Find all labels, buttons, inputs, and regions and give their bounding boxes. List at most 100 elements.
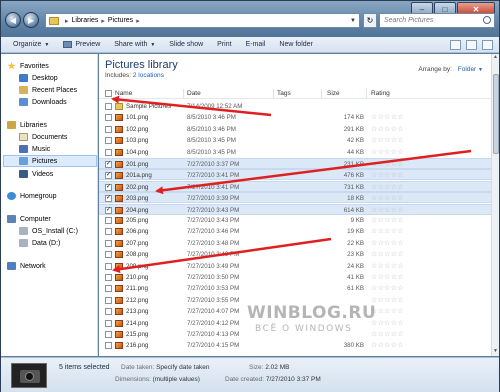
- column-header-rating[interactable]: Rating: [371, 90, 390, 97]
- nav-videos[interactable]: Videos: [19, 169, 53, 179]
- row-checkbox[interactable]: [105, 319, 112, 327]
- file-row[interactable]: 210.png 7/27/2010 3:50 PM 41 KB ☆☆☆☆☆: [99, 272, 491, 283]
- arrange-by-dropdown[interactable]: Folder ▼: [458, 66, 483, 73]
- nav-drive-d[interactable]: Data (D:): [19, 238, 60, 248]
- rating-stars[interactable]: ☆☆☆☆☆: [371, 125, 404, 133]
- row-checkbox[interactable]: ✓: [105, 161, 112, 168]
- locations-link[interactable]: 2 locations: [133, 72, 164, 79]
- rating-stars[interactable]: ☆☆☆☆☆: [371, 136, 404, 144]
- scroll-up-arrow[interactable]: ▲: [492, 54, 499, 62]
- nav-libraries[interactable]: Libraries: [7, 120, 47, 130]
- column-divider[interactable]: [321, 89, 322, 98]
- rating-stars[interactable]: ☆☆☆☆☆: [371, 171, 404, 179]
- row-checkbox[interactable]: ✓: [105, 195, 112, 203]
- column-divider[interactable]: [273, 89, 274, 98]
- preview-button[interactable]: Preview: [63, 41, 100, 48]
- column-header-date[interactable]: Date: [187, 90, 201, 97]
- file-row[interactable]: 209.png 7/27/2010 3:49 PM 24 KB ☆☆☆☆☆: [99, 261, 491, 272]
- rating-stars[interactable]: ☆☆☆☆☆: [371, 250, 404, 258]
- column-divider[interactable]: [183, 89, 184, 98]
- nav-recent-places[interactable]: Recent Places: [19, 85, 77, 95]
- rating-stars[interactable]: ☆☆☆☆☆: [371, 273, 404, 281]
- row-checkbox[interactable]: [105, 114, 112, 122]
- rating-stars[interactable]: ☆☆☆☆☆: [371, 160, 404, 168]
- nav-documents[interactable]: Documents: [19, 132, 67, 142]
- slide-show-button[interactable]: Slide show: [169, 41, 203, 48]
- row-checkbox[interactable]: [105, 331, 112, 338]
- file-row[interactable]: 208.png 7/27/2010 3:48 PM 23 KB ☆☆☆☆☆: [99, 249, 491, 260]
- file-row[interactable]: 205.png 7/27/2010 3:43 PM 9 KB ☆☆☆☆☆: [99, 215, 491, 226]
- rating-stars[interactable]: ☆☆☆☆☆: [371, 262, 404, 270]
- scroll-down-arrow[interactable]: ▼: [492, 348, 499, 356]
- row-checkbox[interactable]: [105, 308, 112, 316]
- row-checkbox[interactable]: [105, 274, 112, 281]
- file-row[interactable]: ✓ 204.png 7/27/2010 3:43 PM 614 KB ☆☆☆☆☆: [99, 203, 491, 215]
- rating-stars[interactable]: ☆☆☆☆☆: [371, 284, 404, 292]
- help-button[interactable]: [482, 40, 493, 50]
- file-row[interactable]: ✓ 201.png 7/27/2010 3:37 PM 231 KB ☆☆☆☆☆: [99, 158, 491, 169]
- chevron-down-icon[interactable]: ▼: [350, 18, 356, 24]
- row-checkbox[interactable]: [105, 125, 112, 133]
- nav-favorites[interactable]: Favorites: [7, 61, 49, 71]
- column-header-size[interactable]: Size: [327, 90, 340, 97]
- row-checkbox[interactable]: [105, 148, 112, 156]
- email-button[interactable]: E-mail: [246, 41, 266, 48]
- forward-button[interactable]: ▶: [23, 12, 39, 28]
- row-checkbox[interactable]: ✓: [105, 183, 112, 191]
- nav-homegroup[interactable]: Homegroup: [7, 191, 57, 201]
- rating-stars[interactable]: ☆☆☆☆☆: [371, 227, 404, 235]
- row-checkbox[interactable]: [105, 228, 112, 236]
- column-header-name[interactable]: Name: [115, 90, 132, 97]
- breadcrumb-pictures[interactable]: Pictures: [108, 17, 133, 24]
- file-row[interactable]: ✓ 201a.png 7/27/2010 3:41 PM 476 KB ☆☆☆☆☆: [99, 169, 491, 181]
- file-row[interactable]: 104.png 8/5/2010 3:45 PM 44 KB ☆☆☆☆☆: [99, 147, 491, 158]
- rating-stars[interactable]: ☆☆☆☆☆: [371, 113, 404, 121]
- nav-pictures[interactable]: Pictures: [3, 155, 97, 167]
- file-row[interactable]: 102.png 8/5/2010 3:46 PM 291 KB ☆☆☆☆☆: [99, 124, 491, 135]
- refresh-button[interactable]: ↻: [363, 13, 377, 28]
- share-with-menu[interactable]: Share with ▼: [114, 41, 155, 48]
- vertical-scrollbar[interactable]: ▲ ▼: [491, 54, 499, 356]
- row-checkbox[interactable]: [105, 285, 112, 293]
- rating-stars[interactable]: ☆☆☆☆☆: [371, 183, 404, 191]
- change-view-button[interactable]: [450, 40, 461, 50]
- row-checkbox[interactable]: ✓: [105, 206, 112, 214]
- row-checkbox[interactable]: ✓: [105, 172, 112, 180]
- address-bar[interactable]: ▸ Libraries ▸ Pictures ▸ ▼: [45, 13, 360, 28]
- column-header-tags[interactable]: Tags: [277, 90, 291, 97]
- file-row[interactable]: 211.png 7/27/2010 3:53 PM 61 KB ☆☆☆☆☆: [99, 283, 491, 294]
- scrollbar-thumb[interactable]: [493, 74, 499, 154]
- nav-desktop[interactable]: Desktop: [19, 73, 58, 83]
- date-taken-value[interactable]: Specify date taken: [156, 364, 209, 371]
- rating-stars[interactable]: ☆☆☆☆☆: [371, 194, 404, 202]
- file-row[interactable]: 207.png 7/27/2010 3:48 PM 22 KB ☆☆☆☆☆: [99, 238, 491, 249]
- organize-menu[interactable]: Organize ▼: [13, 41, 49, 48]
- row-checkbox[interactable]: [105, 103, 112, 110]
- file-row[interactable]: ✓ 202.png 7/27/2010 3:41 PM 731 KB ☆☆☆☆☆: [99, 180, 491, 192]
- rating-stars[interactable]: ☆☆☆☆☆: [371, 216, 404, 224]
- nav-drive-c[interactable]: OS_Install (C:): [19, 226, 78, 236]
- folder-row[interactable]: Sample Pictures 7/14/2009 12:52 AM: [99, 101, 491, 112]
- nav-downloads[interactable]: Downloads: [19, 97, 67, 107]
- row-checkbox[interactable]: [105, 251, 112, 259]
- nav-computer[interactable]: Computer: [7, 214, 51, 224]
- new-folder-button[interactable]: New folder: [279, 41, 312, 48]
- file-row[interactable]: ✓ 203.png 7/27/2010 3:39 PM 18 KB ☆☆☆☆☆: [99, 192, 491, 204]
- breadcrumb-libraries[interactable]: Libraries: [72, 17, 99, 24]
- nav-music[interactable]: Music: [19, 144, 50, 154]
- rating-stars[interactable]: ☆☆☆☆☆: [371, 239, 404, 247]
- file-row[interactable]: 101.png 8/5/2010 3:46 PM 174 KB ☆☆☆☆☆: [99, 112, 491, 123]
- preview-pane-button[interactable]: [466, 40, 477, 50]
- row-checkbox[interactable]: [105, 342, 112, 350]
- column-divider[interactable]: [366, 89, 367, 98]
- row-checkbox[interactable]: [105, 239, 112, 247]
- back-button[interactable]: ◀: [5, 12, 21, 28]
- row-checkbox[interactable]: [105, 137, 112, 145]
- search-input[interactable]: Search Pictures: [379, 13, 495, 28]
- select-all-checkbox[interactable]: [105, 90, 112, 97]
- file-row[interactable]: 206.png 7/27/2010 3:46 PM 19 KB ☆☆☆☆☆: [99, 226, 491, 237]
- row-checkbox[interactable]: [105, 262, 112, 270]
- row-checkbox[interactable]: [105, 296, 112, 304]
- nav-network[interactable]: Network: [7, 261, 46, 271]
- file-row[interactable]: 103.png 8/5/2010 3:45 PM 42 KB ☆☆☆☆☆: [99, 135, 491, 146]
